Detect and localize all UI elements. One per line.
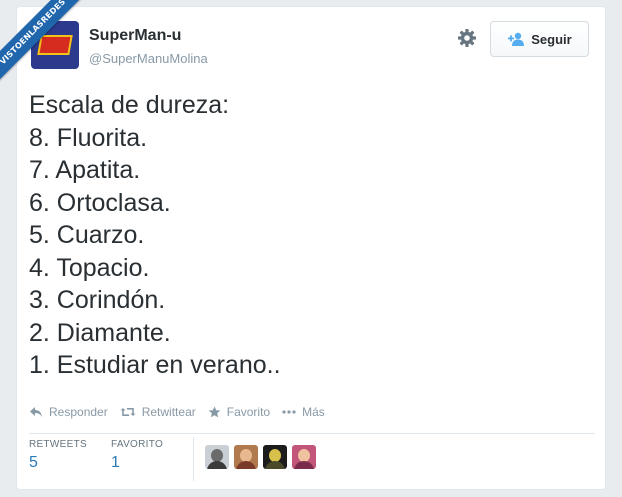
more-label: Más [302,405,325,419]
reply-button[interactable]: Responder [29,405,108,419]
retweets-label: RETWEETS [29,439,87,450]
favorites-count: 1 [111,454,120,471]
reply-label: Responder [49,405,108,419]
favoriter-avatar[interactable] [205,445,229,469]
favoriter-avatar[interactable] [263,445,287,469]
gear-icon[interactable] [457,28,477,48]
tweet-line: 2. Diamante. [29,318,171,347]
tweet-line: 6. Ortoclasa. [29,188,171,217]
more-button[interactable]: Más [282,405,325,419]
reply-icon [29,406,43,418]
retweet-icon [120,406,136,418]
star-icon [208,406,221,418]
add-user-icon [507,32,525,46]
follow-label: Seguir [531,31,572,47]
stats-divider [29,433,595,434]
retweets-stat[interactable]: RETWEETS 5 [29,439,87,472]
tweet-line: 7. Apatita. [29,156,141,184]
tweet-line: 5. Cuarzo. [29,221,145,249]
favorite-label: Favorito [226,405,271,419]
tweet-text: Escala de dureza: 8. Fluorita. 7. Apatit… [29,89,589,382]
retweet-button[interactable]: Retwittear [120,405,196,419]
avatar[interactable] [31,21,79,69]
more-dots-icon [282,410,296,414]
favorites-stat[interactable]: FAVORITO 1 [111,439,163,472]
favoriter-avatar[interactable] [234,445,258,469]
favoriter-avatars [205,445,316,469]
favorites-label: FAVORITO [111,439,164,450]
retweet-label: Retwittear [141,405,196,419]
follow-button[interactable]: Seguir [490,21,589,57]
tweet-line: 3. Corindón. [29,286,166,314]
avatar-logo [37,35,73,55]
stats-separator [193,437,194,481]
retweets-count: 5 [29,454,38,471]
tweet-line: 4. Topacio. [29,253,150,282]
tweet-card: SuperMan-u @SuperManuMolina Seguir Escal… [16,6,606,490]
user-handle[interactable]: @SuperManuMolina [89,51,208,66]
favorite-button[interactable]: Favorito [208,405,270,419]
user-name[interactable]: SuperMan-u [89,27,181,45]
tweet-line: 8. Fluorita. [29,123,148,152]
tweet-line: Escala de dureza: [29,91,230,119]
tweet-line: 1. Estudiar en verano.. [29,351,281,379]
tweet-actions: Responder Retwittear Favorito Más [29,405,337,419]
favoriter-avatar[interactable] [292,445,316,469]
